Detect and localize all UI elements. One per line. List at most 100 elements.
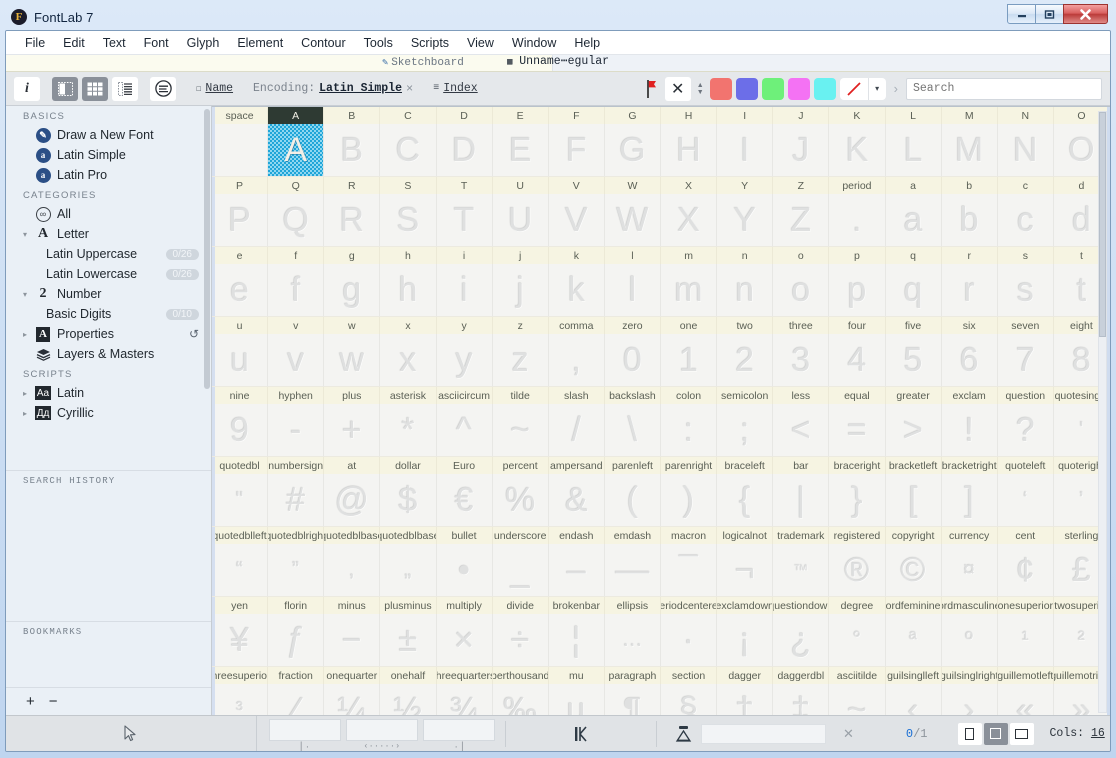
- glyph-cell[interactable]: †: [717, 684, 773, 715]
- swatch-magenta[interactable]: [788, 78, 810, 100]
- glyph-cell[interactable]: :: [661, 404, 717, 457]
- menu-text[interactable]: Text: [94, 34, 135, 52]
- glyph-cell[interactable]: ×: [437, 614, 493, 667]
- glyph-cell[interactable]: +: [324, 404, 380, 457]
- glyph-cell[interactable]: n: [717, 264, 773, 317]
- menu-scripts[interactable]: Scripts: [402, 34, 458, 52]
- glyph-cell[interactable]: l: [605, 264, 661, 317]
- sidebar-item-number[interactable]: ▾ 2 Number: [6, 284, 211, 304]
- glyph-cell[interactable]: c: [998, 194, 1054, 247]
- glyph-cell[interactable]: —: [605, 544, 661, 597]
- menu-glyph[interactable]: Glyph: [178, 34, 229, 52]
- glyph-cell[interactable]: h: [380, 264, 436, 317]
- glyph-cell[interactable]: -: [268, 404, 324, 457]
- glyph-cell[interactable]: j: [493, 264, 549, 317]
- glyph-cell[interactable]: k: [549, 264, 605, 317]
- glyph-cell[interactable]: /: [549, 404, 605, 457]
- sidebar-item-draw-a-new-font[interactable]: ✎ Draw a New Font: [6, 125, 211, 145]
- menu-window[interactable]: Window: [503, 34, 565, 52]
- glyph-cell[interactable]: x: [380, 334, 436, 387]
- sidebar-item-latin-script[interactable]: ▸ Aa Latin: [6, 383, 211, 403]
- glyph-cell[interactable]: \: [605, 404, 661, 457]
- glyph-cell[interactable]: ›: [942, 684, 998, 715]
- glyph-cell[interactable]: a: [886, 194, 942, 247]
- glyph-cell[interactable]: ÷: [493, 614, 549, 667]
- maximize-button[interactable]: [1035, 4, 1064, 24]
- glyph-cell[interactable]: f: [268, 264, 324, 317]
- glyph-cell[interactable]: [212, 124, 268, 177]
- menu-font[interactable]: Font: [135, 34, 178, 52]
- glyph-cell[interactable]: S: [380, 194, 436, 247]
- chevron-right-icon[interactable]: ▸: [23, 389, 34, 398]
- glyph-cell[interactable]: 3: [773, 334, 829, 387]
- glyph-cell[interactable]: 2: [717, 334, 773, 387]
- close-button[interactable]: [1063, 4, 1108, 24]
- chevron-down-icon[interactable]: ▾: [23, 230, 34, 239]
- glyph-cell[interactable]: W: [605, 194, 661, 247]
- glyph-cell[interactable]: 1: [661, 334, 717, 387]
- encoding-value[interactable]: Latin Simple: [319, 82, 402, 95]
- sidebar-item-letter[interactable]: ▾ A Letter: [6, 224, 211, 244]
- menu-tools[interactable]: Tools: [355, 34, 402, 52]
- menu-contour[interactable]: Contour: [292, 34, 354, 52]
- sidebar-item-all[interactable]: ∞ All: [6, 204, 211, 224]
- glyph-cell[interactable]: u: [212, 334, 268, 387]
- glyph-cell[interactable]: C: [380, 124, 436, 177]
- index-toggle[interactable]: ≡ Index: [433, 82, 478, 95]
- columns-control[interactable]: Cols: 16: [1050, 727, 1105, 740]
- glyph-cell[interactable]: …: [605, 614, 661, 667]
- glyph-cell[interactable]: ¶: [605, 684, 661, 715]
- glyph-cell[interactable]: {: [717, 474, 773, 527]
- glyph-cell[interactable]: ·: [661, 614, 717, 667]
- glyph-cell[interactable]: !: [942, 404, 998, 457]
- glyph-cell[interactable]: 7: [998, 334, 1054, 387]
- glyph-cell[interactable]: Y: [717, 194, 773, 247]
- encoding-close-icon[interactable]: ×: [406, 82, 413, 96]
- menu-edit[interactable]: Edit: [54, 34, 94, 52]
- glyph-cell[interactable]: #: [268, 474, 324, 527]
- tab-sketchboard[interactable]: ✎ Sketchboard: [382, 57, 464, 69]
- sidebar-item-latin-uppercase[interactable]: Latin Uppercase 0/26: [6, 244, 211, 264]
- glyph-cell[interactable]: $: [380, 474, 436, 527]
- glyph-cell[interactable]: *: [380, 404, 436, 457]
- glyph-cell[interactable]: G: [605, 124, 661, 177]
- swatch-none-button[interactable]: [840, 78, 868, 100]
- glyph-cell[interactable]: ,: [549, 334, 605, 387]
- info-button[interactable]: i: [14, 77, 40, 101]
- glyph-cell[interactable]: ‹: [886, 684, 942, 715]
- glyph-cell[interactable]: B: [324, 124, 380, 177]
- glyph-cell[interactable]: „: [380, 544, 436, 597]
- glyph-cell[interactable]: ): [661, 474, 717, 527]
- glyph-cell[interactable]: ~: [829, 684, 885, 715]
- kerning-button[interactable]: [506, 716, 656, 751]
- glyph-cell[interactable]: ‰: [493, 684, 549, 715]
- menu-help[interactable]: Help: [565, 34, 609, 52]
- glyph-cell[interactable]: •: [437, 544, 493, 597]
- glyph-cell[interactable]: ¦: [549, 614, 605, 667]
- grid-vertical-scrollbar[interactable]: [1098, 111, 1107, 713]
- glyph-cell[interactable]: T: [437, 194, 493, 247]
- advance-width-field[interactable]: ‹·····›: [346, 719, 418, 741]
- glyph-cell[interactable]: ¡: [717, 614, 773, 667]
- add-button[interactable]: +: [26, 693, 35, 710]
- swatch-dropdown-button[interactable]: ▾: [868, 78, 886, 100]
- filter-view-button[interactable]: [150, 77, 176, 101]
- glyph-cell[interactable]: ¢: [998, 544, 1054, 597]
- menu-view[interactable]: View: [458, 34, 503, 52]
- glyph-cell[interactable]: .: [829, 194, 885, 247]
- panel-split-view-button[interactable]: [52, 77, 78, 101]
- glyph-cell[interactable]: ¬: [717, 544, 773, 597]
- view-wide-button[interactable]: [1010, 723, 1034, 745]
- glyph-cell[interactable]: ±: [380, 614, 436, 667]
- glyph-cell[interactable]: ¿: [773, 614, 829, 667]
- glyph-grid[interactable]: spaceABCDEFGHIJKLMNOABCDEFGHIJKLMNOPQRST…: [212, 107, 1110, 715]
- search-input[interactable]: [906, 78, 1102, 100]
- stepper-down-icon[interactable]: ▼: [697, 90, 704, 95]
- glyph-cell[interactable]: i: [437, 264, 493, 317]
- glyph-cell[interactable]: }: [829, 474, 885, 527]
- menu-element[interactable]: Element: [228, 34, 292, 52]
- glyph-cell[interactable]: ³: [212, 684, 268, 715]
- columns-value[interactable]: 16: [1091, 727, 1105, 740]
- glyph-cell[interactable]: =: [829, 404, 885, 457]
- glyph-cell[interactable]: ¯: [661, 544, 717, 597]
